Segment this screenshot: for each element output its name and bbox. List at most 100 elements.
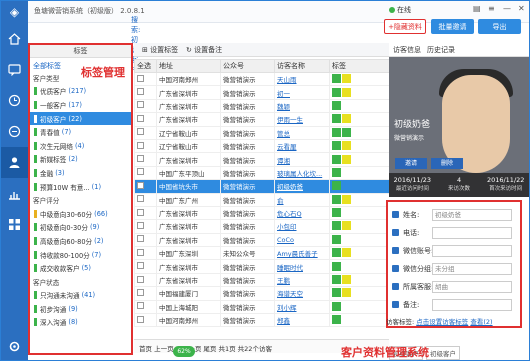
visitor-name-cell[interactable]: 管总 <box>274 125 330 140</box>
tag-item[interactable]: 优质客户 (217) <box>30 85 131 99</box>
set-tag-button[interactable]: ⊞ 设置标签 <box>142 45 178 55</box>
table-row[interactable]: 广东省深圳市 微营销演示 小包印 <box>134 219 389 234</box>
row-checkbox-cell[interactable] <box>134 246 157 261</box>
row-checkbox[interactable] <box>137 315 144 323</box>
row-checkbox[interactable] <box>137 155 144 163</box>
field-input[interactable] <box>432 226 512 239</box>
column-header[interactable]: 公众号 <box>220 59 275 73</box>
row-checkbox[interactable] <box>137 248 144 256</box>
tag-item[interactable]: 金融 (3) <box>30 166 131 180</box>
row-checkbox[interactable] <box>137 88 144 96</box>
row-checkbox-cell[interactable] <box>134 152 157 167</box>
row-checkbox[interactable] <box>137 101 144 109</box>
visitor-tag-chip[interactable]: 初级客户 <box>426 346 460 360</box>
visitor-name-cell[interactable]: 海谱天空 <box>274 286 330 301</box>
row-checkbox[interactable] <box>137 168 144 176</box>
tag-item[interactable]: 预算10W 有意... (1) <box>30 180 131 194</box>
row-checkbox[interactable] <box>137 114 144 122</box>
column-header[interactable]: 标签 <box>329 59 389 73</box>
table-row[interactable]: 广东省深圳市 微营销演示 CoCo <box>134 232 389 248</box>
table-row[interactable]: 中国福建厦门 微营销演示 海谱天空 <box>134 286 389 301</box>
visitor-name-cell[interactable]: 谭湘 <box>274 152 330 167</box>
tab-history[interactable]: 历史记录 <box>427 45 455 55</box>
row-checkbox-cell[interactable] <box>134 232 157 248</box>
chart-icon[interactable] <box>1 178 28 209</box>
row-checkbox-cell[interactable] <box>134 138 157 154</box>
tag-category[interactable]: 客户状态 <box>30 275 131 289</box>
row-checkbox-cell[interactable] <box>134 98 157 114</box>
visitor-name-cell[interactable]: 俞 <box>274 192 330 207</box>
row-checkbox[interactable] <box>137 128 144 136</box>
set-remark-button[interactable]: ↻ 设置备注 <box>186 45 222 55</box>
tag-item[interactable]: 初步沟通 (9) <box>30 302 131 316</box>
row-checkbox[interactable] <box>137 208 144 216</box>
tag-item[interactable]: 青春值 (7) <box>30 125 131 139</box>
row-checkbox[interactable] <box>137 288 144 296</box>
table-row[interactable]: 中国上海城阳 微营销演示 刘小辉 <box>134 299 389 315</box>
row-checkbox[interactable] <box>137 235 144 243</box>
row-checkbox-cell[interactable] <box>134 313 157 328</box>
search-box[interactable]: 搜索: 初级客户 <box>28 13 234 74</box>
table-row[interactable]: 中国广东广州 微营销演示俞 <box>134 192 389 207</box>
row-checkbox-cell[interactable] <box>134 192 157 207</box>
row-checkbox-cell[interactable] <box>134 112 157 127</box>
message-icon[interactable] <box>1 54 28 85</box>
visitor-name-cell[interactable]: CoCo <box>274 232 330 248</box>
visitor-name-cell[interactable]: 初一 <box>274 85 330 100</box>
row-checkbox-cell[interactable] <box>134 219 157 234</box>
table-row[interactable]: 广东省深圳市 微营销演示 谭湘 <box>134 152 389 167</box>
row-checkbox-cell[interactable] <box>134 272 157 288</box>
field-input[interactable] <box>432 298 512 311</box>
visitor-name-cell[interactable]: 初级奶爸 <box>274 179 330 194</box>
view-tags-link[interactable]: 查看(2) <box>470 318 492 326</box>
minimize-icon[interactable]: — <box>503 4 511 13</box>
table-row[interactable]: 广东省深圳市 微营销演示 王鹏 <box>134 272 389 288</box>
close-icon[interactable]: ✕ <box>518 4 525 13</box>
row-checkbox[interactable] <box>137 275 144 283</box>
table-row[interactable]: 广东省深圳市 微营销演示 睡眠时代 <box>134 259 389 274</box>
home-icon[interactable] <box>1 23 28 54</box>
visitor-name-cell[interactable]: 王鹏 <box>274 272 330 288</box>
menu-icon[interactable]: ≡ <box>488 4 495 13</box>
skin-icon[interactable]: ▤ <box>473 4 481 13</box>
hide-info-button[interactable]: +隐藏资料 <box>384 19 426 34</box>
column-header[interactable]: 全选 <box>134 59 157 73</box>
tag-item[interactable]: 次生元网络 (4) <box>30 139 131 153</box>
visitor-name-cell[interactable]: 天山雨 <box>274 71 330 87</box>
row-checkbox-cell[interactable] <box>134 259 157 274</box>
table-row[interactable]: 中国河南郑州 微营销演示 天山雨 <box>134 71 389 87</box>
tag-category[interactable]: 客户评分 <box>30 193 131 207</box>
table-row[interactable]: 辽宁省鞍山市 微营销演示 管总 <box>134 125 389 140</box>
row-checkbox-cell[interactable] <box>134 125 157 140</box>
table-row[interactable]: 中国河南郑州 微营销演示 郑鑫 <box>134 313 389 328</box>
table-row[interactable]: 中国广东平顶山 微营销演示 玻璃属人化坎... <box>134 165 389 181</box>
visitor-name-cell[interactable]: Amy晨氏善子 <box>274 246 330 261</box>
row-checkbox-cell[interactable] <box>134 299 157 315</box>
app-grid-icon[interactable] <box>1 209 28 240</box>
visitor-name-cell[interactable]: 小包印 <box>274 219 330 234</box>
tag-item[interactable]: 中级意向30-60分 (66) <box>30 207 131 221</box>
table-row[interactable]: 辽宁省鞍山市 微营销演示 云看厘 <box>134 138 389 154</box>
tab-visitor-info[interactable]: 访客信息 <box>393 45 421 55</box>
visitor-name-cell[interactable]: 刘小辉 <box>274 299 330 315</box>
visitor-name-cell[interactable]: 玻璃属人化坎... <box>274 165 330 181</box>
clock-icon[interactable] <box>1 85 28 116</box>
row-checkbox-cell[interactable] <box>134 205 157 221</box>
field-input[interactable]: 胡曲 <box>432 280 512 293</box>
row-checkbox[interactable] <box>137 262 144 270</box>
row-checkbox[interactable] <box>137 181 144 189</box>
row-checkbox[interactable] <box>137 141 144 149</box>
row-checkbox[interactable] <box>137 302 144 310</box>
table-row[interactable]: 中国广东深圳 未知公众号 Amy晨氏善子 <box>134 246 389 261</box>
tag-item[interactable]: 一般客户 (17) <box>30 98 131 112</box>
field-input[interactable]: 初级奶爸 <box>432 208 512 221</box>
row-checkbox-cell[interactable] <box>134 85 157 100</box>
history-icon[interactable] <box>1 116 28 147</box>
row-checkbox[interactable] <box>137 74 144 82</box>
online-status[interactable]: 在线 <box>389 5 411 15</box>
batch-invite-button[interactable]: 批量邀请 <box>431 19 474 34</box>
tag-item[interactable]: 高级意向60-80分 (2) <box>30 234 131 248</box>
tag-item[interactable]: 初级客户 (22) <box>30 111 131 126</box>
table-row[interactable]: 广东省深圳市 微营销演示 危心石Q <box>134 205 389 221</box>
field-input[interactable]: 未分组 <box>432 262 512 275</box>
